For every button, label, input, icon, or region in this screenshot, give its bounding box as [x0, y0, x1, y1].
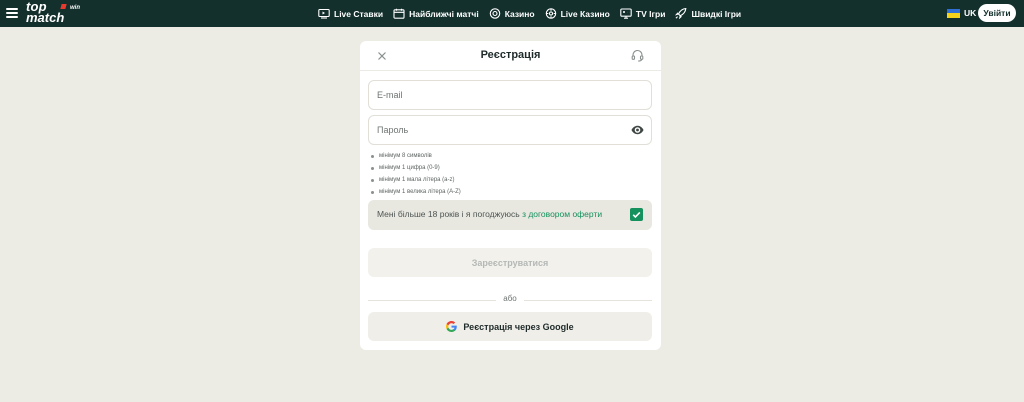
- email-input[interactable]: [377, 81, 617, 109]
- nav-upcoming-matches-label: Найближчі матчі: [409, 8, 479, 19]
- main-nav: Live Ставки Найближчі матчі Казино Live …: [318, 0, 751, 27]
- google-register-button[interactable]: Реєстрація через Google: [368, 312, 652, 341]
- register-button[interactable]: Зареєструватися: [368, 248, 652, 277]
- tv-live-icon: [318, 8, 330, 19]
- menu-icon[interactable]: [6, 8, 18, 18]
- or-divider: або: [368, 294, 652, 306]
- tv-games-icon: [620, 8, 632, 19]
- language-selector[interactable]: UK: [947, 8, 976, 18]
- password-rule: мінімум 1 велика літера (A-Z): [371, 186, 461, 198]
- calendar-icon: [393, 8, 405, 19]
- modal-header: Реєстрація: [360, 41, 661, 71]
- password-rules-list: мінімум 8 символів мінімум 1 цифра (0-9)…: [371, 150, 461, 198]
- nav-casino-label: Казино: [504, 8, 535, 19]
- password-rule: мінімум 1 мала літера (a-z): [371, 174, 461, 186]
- google-g-icon: [446, 321, 458, 332]
- top-navigation-bar: top win match Live Ставки Найближчі матч…: [0, 0, 1024, 27]
- nav-live-bets[interactable]: Live Ставки: [318, 8, 383, 19]
- or-label: або: [503, 294, 517, 303]
- language-code: UK: [964, 8, 977, 18]
- nav-live-casino[interactable]: Live Казино: [545, 8, 610, 19]
- password-field[interactable]: [368, 115, 652, 145]
- consent-checkbox[interactable]: [630, 208, 643, 221]
- email-field[interactable]: [368, 80, 652, 110]
- nav-live-bets-label: Live Ставки: [334, 8, 384, 19]
- live-casino-chip-icon: [545, 8, 556, 19]
- checkmark-icon: [632, 211, 641, 219]
- nav-tv-games[interactable]: TV Ігри: [620, 8, 666, 19]
- consent-text: Мені більше 18 років і я погоджуюсь з до…: [377, 209, 602, 219]
- password-rule: мінімум 1 цифра (0-9): [371, 162, 461, 174]
- nav-upcoming-matches[interactable]: Найближчі матчі: [393, 8, 479, 19]
- login-button[interactable]: Увійти: [978, 4, 1016, 22]
- consent-statement: Мені більше 18 років і я погоджуюсь: [377, 209, 523, 219]
- modal-title: Реєстрація: [480, 49, 541, 61]
- support-headset-icon[interactable]: [631, 49, 644, 62]
- rocket-icon: [675, 8, 687, 19]
- show-password-eye-icon[interactable]: [631, 125, 644, 135]
- topmatch-logo[interactable]: top win match: [26, 0, 84, 25]
- casino-chip-icon: [489, 8, 500, 19]
- nav-live-casino-label: Live Казино: [560, 8, 610, 19]
- ukraine-flag-icon: [947, 8, 960, 18]
- nav-fast-games[interactable]: Швидкі Ігри: [675, 8, 741, 19]
- password-rule: мінімум 8 символів: [371, 150, 461, 162]
- google-register-label: Реєстрація через Google: [463, 321, 574, 332]
- nav-tv-games-label: TV Ігри: [635, 8, 666, 19]
- offer-agreement-link[interactable]: з договором оферти: [522, 209, 602, 219]
- password-input[interactable]: [377, 116, 617, 144]
- registration-modal: Реєстрація мінімум 8 символів мінімум 1 …: [360, 41, 661, 350]
- nav-fast-games-label: Швидкі Ігри: [691, 8, 742, 19]
- nav-casino[interactable]: Казино: [489, 8, 535, 19]
- age-consent-row: Мені більше 18 років і я погоджуюсь з до…: [368, 200, 652, 230]
- logo-text-win: win: [70, 5, 80, 11]
